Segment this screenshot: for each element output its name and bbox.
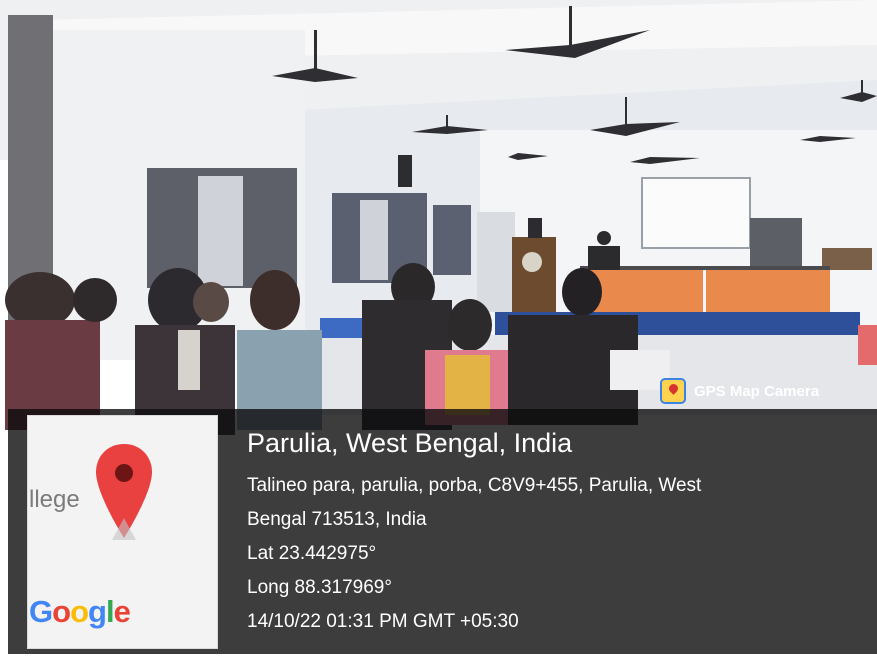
location-info: Parulia, West Bengal, India Talineo para…	[247, 425, 857, 639]
photo-frame: GPS Map Camera llege Google Parulia, Wes…	[0, 0, 877, 661]
map-place-label: llege	[29, 486, 80, 513]
board-cabinet	[750, 218, 802, 268]
longitude-text: Long 88.317969°	[247, 577, 392, 598]
google-logo-letter: o	[52, 594, 71, 629]
map-pin-icon	[96, 444, 152, 540]
google-logo-letter: G	[29, 594, 53, 629]
person-standing	[588, 246, 620, 270]
whiteboard	[641, 177, 751, 249]
location-title: Parulia, West Bengal, India	[247, 428, 573, 458]
speaker	[398, 155, 412, 187]
google-logo-letter: o	[70, 594, 89, 629]
gps-map-camera-badge: GPS Map Camera	[660, 377, 819, 405]
badge-label: GPS Map Camera	[694, 382, 820, 400]
address-line-1: Talineo para, parulia, porba, C8V9+455, …	[247, 475, 702, 496]
door	[477, 212, 515, 312]
address-line-2: Bengal 713513, India	[247, 509, 427, 530]
gps-map-camera-icon	[660, 378, 686, 404]
latitude-text: Lat 23.442975°	[247, 543, 377, 564]
map-thumbnail: llege Google	[27, 415, 218, 649]
timestamp-text: 14/10/22 01:31 PM GMT +05:30	[247, 611, 519, 632]
podium	[512, 237, 556, 312]
red-chair	[858, 325, 877, 365]
speaker-person	[528, 218, 542, 238]
google-logo-letter: l	[105, 594, 115, 629]
window-right	[433, 205, 471, 275]
google-logo: Google	[29, 594, 131, 630]
google-logo-letter: g	[88, 594, 107, 629]
google-logo-letter: e	[113, 594, 131, 629]
